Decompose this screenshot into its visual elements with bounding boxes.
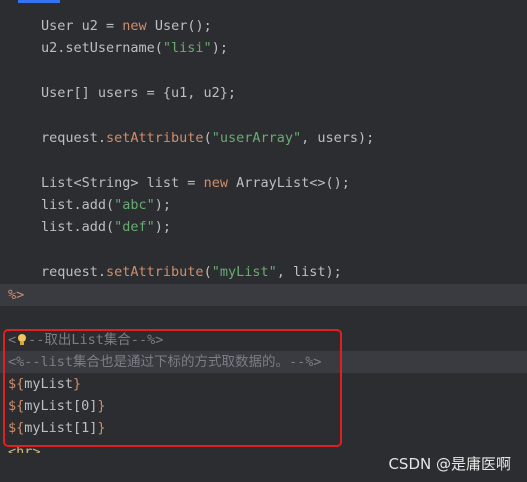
code-text: List<String> list = xyxy=(41,175,204,191)
string-literal: "myList" xyxy=(211,264,277,280)
code-line[interactable]: u2.setUsername("lisi"); xyxy=(0,37,527,59)
code-text: list.add( xyxy=(41,219,115,235)
string-literal: "userArray" xyxy=(211,130,302,146)
code-text: , users); xyxy=(301,130,375,146)
code-text: User(); xyxy=(146,18,212,34)
annotation-highlight-box xyxy=(3,329,342,447)
code-editor[interactable]: User u2 = new User(); u2.setUsername("li… xyxy=(0,0,527,482)
code-text: request. xyxy=(41,130,107,146)
watermark: CSDN @是庸医啊 xyxy=(388,455,511,473)
code-text: ( xyxy=(203,264,212,280)
code-line[interactable]: User u2 = new User(); xyxy=(0,15,527,37)
code-line[interactable]: list.add("abc"); xyxy=(0,194,527,216)
code-text: u2.setUsername( xyxy=(41,40,163,56)
code-text: ); xyxy=(211,40,228,56)
editor-tab-indicator xyxy=(18,0,60,3)
keyword: new xyxy=(203,175,228,191)
string-literal: "def" xyxy=(114,219,155,235)
string-literal: "abc" xyxy=(114,197,155,213)
code-line-current[interactable]: %> xyxy=(0,284,527,306)
method-name: setAttribute xyxy=(106,264,204,280)
code-line[interactable]: User[] users = {u1, u2}; xyxy=(0,82,527,104)
code-line[interactable]: list.add("def"); xyxy=(0,216,527,238)
code-line[interactable]: List<String> list = new ArrayList<>(); xyxy=(0,172,527,194)
code-text: list.add( xyxy=(41,197,115,213)
string-literal: "lisi" xyxy=(162,40,212,56)
code-text: User[] users = {u1, u2}; xyxy=(41,85,237,101)
code-text: ); xyxy=(154,219,172,235)
code-text: ); xyxy=(154,197,172,213)
method-name: setAttribute xyxy=(106,130,204,146)
code-text: , list); xyxy=(276,264,342,280)
code-text: u2 = xyxy=(73,18,123,34)
code-text: ( xyxy=(203,130,212,146)
code-text: request. xyxy=(41,264,107,280)
class-name: User xyxy=(41,18,74,34)
code-text: ArrayList<>(); xyxy=(227,175,350,191)
keyword: new xyxy=(122,18,147,34)
code-line[interactable]: request.setAttribute("myList", list); xyxy=(0,261,527,283)
jsp-scriptlet-end: %> xyxy=(8,287,25,303)
code-line[interactable]: request.setAttribute("userArray", users)… xyxy=(0,127,527,149)
